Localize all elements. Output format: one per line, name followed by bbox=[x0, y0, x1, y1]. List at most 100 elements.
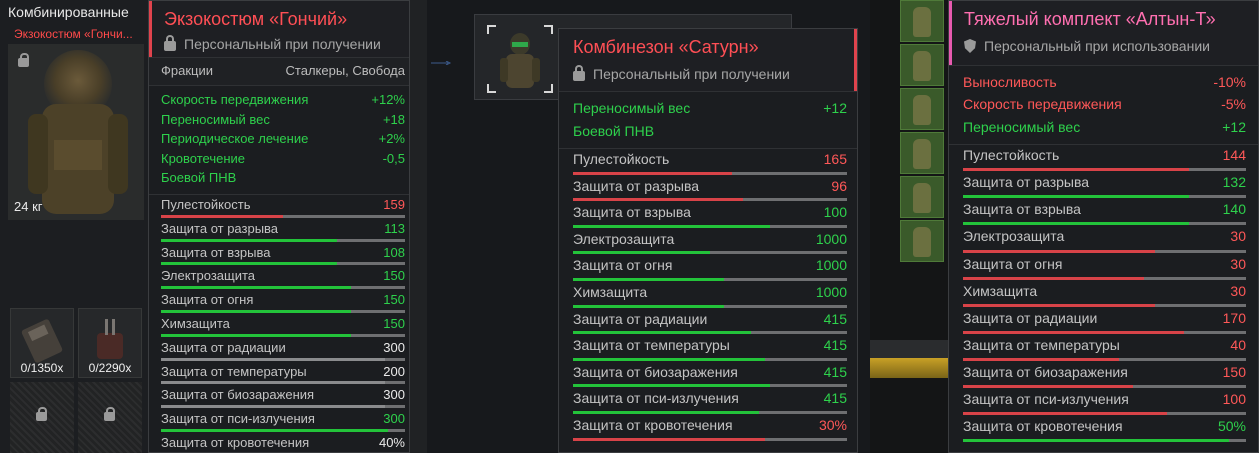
stat-bar-fill bbox=[161, 309, 352, 313]
tooltip-header: Экзокостюм «Гончий» Персональный при пол… bbox=[149, 1, 409, 57]
stat-bar bbox=[161, 333, 405, 337]
stat-bar bbox=[161, 381, 405, 385]
stats-list: Пулестойкость 165 Защита от разрыва 96 Защит… bbox=[559, 148, 857, 442]
locked-slot bbox=[10, 382, 74, 453]
bonus-label: Периодическое лечение bbox=[161, 131, 309, 147]
bonus-row: Выносливость -10% bbox=[963, 71, 1246, 93]
stat-bar-fill bbox=[161, 405, 386, 409]
ghillie-suit-image bbox=[8, 44, 144, 220]
bonus-value: +18 bbox=[382, 111, 405, 127]
stat-bar-fill bbox=[573, 357, 765, 361]
stat-bar bbox=[963, 303, 1246, 307]
stat-bar bbox=[573, 357, 847, 361]
binding-label: Персональный при использовании bbox=[984, 38, 1210, 54]
stat-bar-fill bbox=[963, 276, 1145, 280]
stat-bar bbox=[573, 331, 847, 335]
stat-row: Защита от радиации 170 bbox=[963, 308, 1246, 335]
saturn-suit-icon bbox=[487, 25, 553, 93]
stat-bar-fill bbox=[963, 168, 1190, 172]
inventory-cell[interactable] bbox=[900, 88, 944, 130]
bonus-row: Переносимый вес +18 bbox=[161, 110, 405, 130]
stat-bar bbox=[573, 304, 847, 308]
bonus-label: Боевой ПНВ bbox=[573, 122, 655, 139]
stat-bar bbox=[963, 222, 1246, 226]
lock-icon bbox=[18, 53, 29, 67]
bonus-label: Выносливость bbox=[963, 74, 1057, 90]
bonus-row: Периодическое лечение +2% bbox=[161, 129, 405, 149]
bonus-list: Скорость передвижения +12% Переносимый вес… bbox=[149, 85, 409, 194]
locked-slot bbox=[78, 382, 142, 453]
binding-info: Персональный при получении bbox=[573, 65, 854, 82]
bonus-row: Переносимый вес +12 bbox=[963, 116, 1246, 138]
stat-bar-fill bbox=[161, 262, 337, 266]
bonus-label: Скорость передвижения bbox=[161, 92, 309, 107]
bonus-row: Скорость передвижения -5% bbox=[963, 93, 1246, 115]
inventory-cell[interactable] bbox=[900, 176, 944, 218]
stat-bar-fill bbox=[963, 222, 1190, 226]
stat-bar-fill bbox=[963, 303, 1156, 307]
stat-row: Защита от огня 1000 bbox=[573, 255, 847, 282]
bonus-value: +12 bbox=[823, 100, 847, 116]
inventory-cell[interactable] bbox=[900, 220, 944, 262]
stat-row: Химзащита 30 bbox=[963, 281, 1246, 308]
background-panel bbox=[409, 0, 427, 453]
inventory-cell[interactable] bbox=[900, 0, 944, 42]
item-tooltip-exosuit: Экзокостюм «Гончий» Персональный при пол… bbox=[148, 0, 410, 453]
inventory-cell[interactable] bbox=[900, 132, 944, 174]
item-tooltip-saturn: Комбинезон «Сатурн» Персональный при пол… bbox=[558, 28, 858, 453]
game-inventory-screen: Комбинированные Экзокостюм «Гончи... 24 … bbox=[0, 0, 1259, 453]
bonus-row: Скорость передвижения +12% bbox=[161, 90, 405, 110]
stat-row: Защита от разрыва 132 bbox=[963, 172, 1246, 199]
stat-bar bbox=[573, 410, 847, 414]
item-icon-frame[interactable] bbox=[486, 24, 554, 94]
armor-slot[interactable] bbox=[8, 44, 144, 220]
stat-row: Защита от температуры 200 bbox=[161, 362, 405, 386]
stat-row: Защита от температуры 40 bbox=[963, 335, 1246, 362]
stat-row: Защита от биозаражения 150 bbox=[963, 362, 1246, 389]
device-icon bbox=[97, 319, 123, 359]
lock-icon bbox=[164, 35, 176, 51]
stat-row: Химзащита 1000 bbox=[573, 282, 847, 309]
stat-row: Защита от кровотечения 50% bbox=[963, 416, 1246, 443]
stat-bar-fill bbox=[161, 214, 283, 218]
stat-row: Защита от радиации 415 bbox=[573, 309, 847, 336]
stat-row: Защита от взрыва 108 bbox=[161, 243, 405, 267]
equipped-item-name: Экзокостюм «Гончи... bbox=[14, 27, 133, 41]
item-title: Тяжелый комплект «Алтын-Т» bbox=[964, 9, 1216, 29]
item-title: Экзокостюм «Гончий» bbox=[164, 9, 348, 29]
equipment-category-title: Комбинированные bbox=[8, 4, 129, 20]
stat-bar bbox=[573, 251, 847, 255]
stat-bar-fill bbox=[573, 171, 732, 175]
stat-bar bbox=[161, 428, 405, 432]
stat-row: Защита от пси-излучения 415 bbox=[573, 388, 847, 415]
stat-bar-fill bbox=[573, 410, 760, 414]
stat-bar bbox=[573, 198, 847, 202]
stat-bar-fill bbox=[963, 439, 1230, 443]
lock-icon bbox=[36, 407, 47, 421]
bonus-row: Кровотечение -0,5 bbox=[161, 149, 405, 169]
stat-bar-fill bbox=[573, 198, 743, 202]
stat-bar-fill bbox=[573, 277, 724, 281]
background-floor bbox=[870, 340, 950, 358]
bonus-label: Скорость передвижения bbox=[963, 96, 1122, 113]
stat-bar-fill bbox=[161, 238, 337, 242]
stat-row: Защита от разрыва 96 bbox=[573, 176, 847, 203]
binding-info: Персональный при использовании bbox=[964, 38, 1258, 54]
stat-row: Защита от разрыва 113 bbox=[161, 219, 405, 243]
battery-icon bbox=[21, 319, 63, 363]
inventory-cell[interactable] bbox=[900, 44, 944, 86]
bonus-value: -10% bbox=[1213, 74, 1246, 90]
stat-row: Защита от биозаражения 300 bbox=[161, 385, 405, 409]
ammo-slot-1[interactable]: 0/1350x bbox=[10, 308, 74, 378]
stat-row: Пулестойкость 159 bbox=[161, 195, 405, 219]
connector-arrow-icon bbox=[431, 61, 452, 65]
stat-bar-fill bbox=[161, 357, 386, 361]
lock-icon bbox=[573, 65, 585, 81]
stat-bar-fill bbox=[573, 331, 752, 335]
background-floor-stripe bbox=[870, 358, 950, 378]
stat-bar-fill bbox=[963, 249, 1156, 253]
stat-row: Защита от биозаражения 415 bbox=[573, 362, 847, 389]
ammo-slot-2[interactable]: 0/2290x bbox=[78, 308, 142, 378]
item-weight: 24 кг bbox=[14, 199, 43, 214]
stat-row: Пулестойкость 144 bbox=[963, 145, 1246, 172]
